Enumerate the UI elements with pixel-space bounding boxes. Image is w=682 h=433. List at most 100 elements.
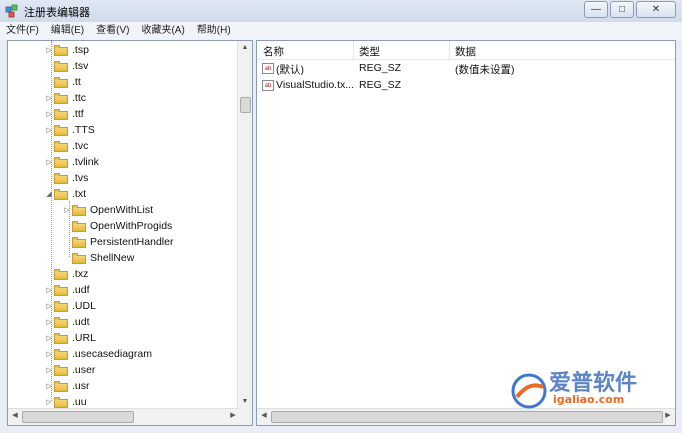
tree-item[interactable]: ▷ OpenWithList	[62, 202, 153, 218]
tree-item[interactable]: PersistentHandler	[62, 234, 173, 250]
close-button[interactable]: ✕	[636, 1, 676, 18]
tree-item[interactable]: ▷ .usecasediagram	[44, 346, 152, 362]
tree-item[interactable]: ◢ .txt	[44, 186, 86, 202]
tree-item-label: .tsv	[72, 60, 89, 72]
tree-item[interactable]: ▷ .tvlink	[44, 154, 99, 170]
value-name: VisualStudio.tx...	[276, 79, 355, 91]
menu-favorites[interactable]: 收藏夹(A)	[135, 22, 190, 40]
tree-expander-icon[interactable]: ◢	[44, 190, 54, 198]
menu-help[interactable]: 帮助(H)	[191, 22, 237, 40]
value-row[interactable]: ab (默认) REG_SZ (数值未设置)	[257, 61, 675, 77]
folder-icon	[54, 60, 68, 72]
value-type: REG_SZ	[359, 62, 402, 74]
minimize-button[interactable]: —	[584, 1, 608, 18]
values-column-header: 名称 类型 数据	[257, 41, 675, 60]
folder-icon	[54, 140, 68, 152]
tree-item[interactable]: .tvs	[44, 170, 88, 186]
tree-item-label: OpenWithProgids	[90, 220, 173, 232]
menu-bar: 文件(F) 编辑(E) 查看(V) 收藏夹(A) 帮助(H)	[0, 22, 682, 40]
value-data: (数值未设置)	[455, 64, 515, 76]
tree-expander-icon[interactable]: ▷	[44, 286, 54, 294]
string-value-icon: ab	[262, 63, 274, 74]
folder-icon	[54, 300, 68, 312]
menu-edit[interactable]: 编辑(E)	[45, 22, 90, 40]
tree-item[interactable]: ▷ .TTS	[44, 122, 94, 138]
tree-item[interactable]: .tt	[44, 74, 81, 90]
folder-icon	[54, 268, 68, 280]
maximize-button[interactable]: □	[610, 1, 634, 18]
tree-item[interactable]: .txz	[44, 266, 88, 282]
tree-item-label: .tvc	[72, 140, 89, 152]
tree-item[interactable]: ▷ .user	[44, 362, 95, 378]
tree-expander-icon[interactable]: ▷	[44, 366, 54, 374]
folder-icon	[54, 44, 68, 56]
scroll-up-arrow-icon[interactable]: ▲	[238, 41, 252, 55]
folder-icon	[54, 284, 68, 296]
column-data-header[interactable]: 数据	[455, 44, 476, 59]
folder-icon	[54, 108, 68, 120]
folder-icon	[54, 172, 68, 184]
tree-expander-icon[interactable]: ▷	[44, 382, 54, 390]
folder-icon	[54, 348, 68, 360]
menu-view[interactable]: 查看(V)	[90, 22, 135, 40]
tree-item-label: .URL	[72, 332, 96, 344]
scroll-left-arrow-icon[interactable]: ◀	[257, 409, 271, 423]
value-row[interactable]: ab VisualStudio.tx... REG_SZ	[257, 78, 675, 94]
column-type-header[interactable]: 类型	[359, 44, 380, 59]
tree-expander-icon[interactable]: ▷	[44, 318, 54, 326]
tree-item[interactable]: ▷ .UDL	[44, 298, 96, 314]
tree-expander-icon[interactable]: ▷	[44, 94, 54, 102]
tree-item-label: .ttc	[72, 92, 87, 104]
tree-item[interactable]: ▷ .tsp	[44, 42, 89, 58]
tree-item-label: PersistentHandler	[90, 236, 174, 248]
tree-item[interactable]: ▷ .udf	[44, 282, 90, 298]
key-tree-pane[interactable]: ▷ .tsp .tsv .tt ▷ .ttc ▷ .ttf ▷ .TTS .tvc ▷ .tvlink.…	[7, 40, 253, 426]
folder-icon	[54, 380, 68, 392]
tree-vertical-scroll-thumb[interactable]	[240, 97, 251, 113]
column-name-header[interactable]: 名称	[263, 44, 284, 59]
tree-item[interactable]: .tvc	[44, 138, 88, 154]
tree-item-label: .udf	[72, 284, 90, 296]
tree-item[interactable]: OpenWithProgids	[62, 218, 172, 234]
tree-expander-icon[interactable]: ▷	[44, 46, 54, 54]
folder-icon	[54, 396, 68, 408]
tree-horizontal-scroll-thumb[interactable]	[22, 411, 134, 423]
tree-vertical-scrollbar[interactable]: ▲ ▼	[237, 41, 252, 409]
tree-expander-icon[interactable]: ▷	[44, 334, 54, 342]
tree-item[interactable]: ShellNew	[62, 250, 134, 266]
value-type: REG_SZ	[359, 79, 402, 91]
tree-item-label: ShellNew	[90, 252, 135, 264]
tree-expander-icon[interactable]: ▷	[44, 110, 54, 118]
folder-icon	[72, 220, 86, 232]
tree-expander-icon[interactable]: ▷	[44, 398, 54, 406]
tree-expander-icon[interactable]: ▷	[44, 302, 54, 310]
tree-item[interactable]: ▷ .ttc	[44, 90, 86, 106]
tree-item-label: .UDL	[72, 300, 96, 312]
folder-icon	[72, 252, 86, 264]
tree-expander-icon[interactable]: ▷	[44, 158, 54, 166]
tree-item-label: .udt	[72, 316, 90, 328]
tree-expander-icon[interactable]: ▷	[44, 126, 54, 134]
scroll-down-arrow-icon[interactable]: ▼	[238, 395, 252, 409]
tree-item-label: .txt	[72, 188, 87, 200]
tree-item-label: .user	[72, 364, 96, 376]
tree-item-label: .tvlink	[72, 156, 99, 168]
tree-item[interactable]: .tsv	[44, 58, 88, 74]
tree-expander-icon[interactable]: ▷	[62, 206, 72, 214]
tree-item[interactable]: ▷ .URL	[44, 330, 96, 346]
values-pane[interactable]: 名称 类型 数据 ab (默认) REG_SZ (数值未设置) ab Visua…	[256, 40, 676, 426]
tree-item-label: .uu	[72, 396, 87, 408]
folder-icon	[54, 188, 68, 200]
folder-icon	[54, 156, 68, 168]
scroll-left-arrow-icon[interactable]: ◀	[8, 409, 22, 423]
menu-file[interactable]: 文件(F)	[0, 22, 45, 40]
tree-item[interactable]: ▷ .ttf	[44, 106, 83, 122]
tree-horizontal-scrollbar[interactable]: ◀ ▶	[8, 408, 240, 425]
tree-item[interactable]: ▷ .usr	[44, 378, 90, 394]
watermark-url: igaliao.com	[553, 393, 625, 406]
tree-item[interactable]: ▷ .udt	[44, 314, 90, 330]
tree-expander-icon[interactable]: ▷	[44, 350, 54, 358]
watermark: 爱普软件 igaliao.com	[509, 359, 669, 419]
folder-icon	[54, 92, 68, 104]
tree-item-label: .usr	[72, 380, 90, 392]
